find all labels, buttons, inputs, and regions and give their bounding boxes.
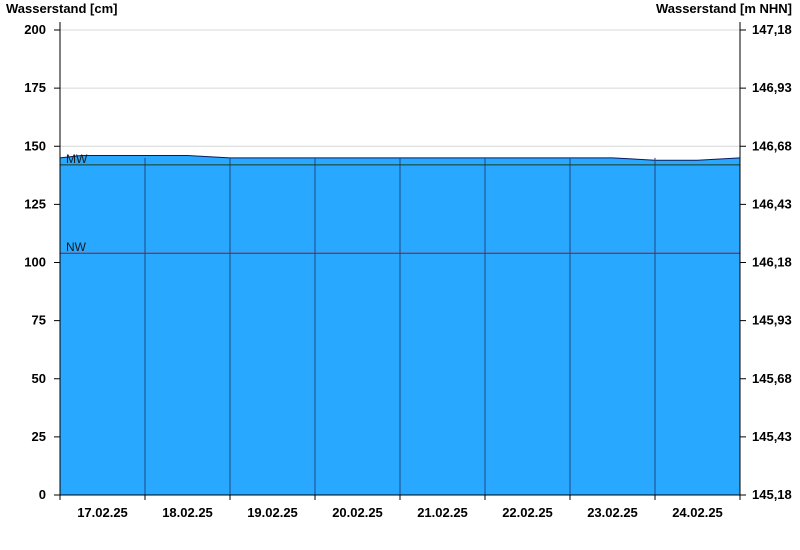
y-left-tick-label: 125 xyxy=(24,196,46,211)
y-left-tick-label: 200 xyxy=(24,22,46,37)
y-right-tick-label: 145,93 xyxy=(752,313,792,328)
x-tick-label: 21.02.25 xyxy=(417,505,468,520)
reference-label-nw: NW xyxy=(66,240,87,254)
y-right-tick-label: 145,68 xyxy=(752,371,792,386)
y-left-tick-label: 50 xyxy=(32,371,46,386)
reference-label-mw: MW xyxy=(66,152,88,166)
x-tick-label: 23.02.25 xyxy=(587,505,638,520)
x-tick-label: 24.02.25 xyxy=(672,505,723,520)
y-left-tick-label: 100 xyxy=(24,255,46,270)
y-right-tick-label: 146,18 xyxy=(752,255,792,270)
y-right-tick-label: 145,18 xyxy=(752,487,792,502)
x-tick-label: 20.02.25 xyxy=(332,505,383,520)
x-tick-label: 19.02.25 xyxy=(247,505,298,520)
y-left-tick-label: 75 xyxy=(32,313,46,328)
y-left-tick-label: 0 xyxy=(39,487,46,502)
y-right-tick-label: 146,93 xyxy=(752,80,792,95)
x-tick-label: 22.02.25 xyxy=(502,505,553,520)
y-right-tick-label: 146,43 xyxy=(752,196,792,211)
y-left-tick-label: 150 xyxy=(24,138,46,153)
y-left-tick-label: 25 xyxy=(32,429,46,444)
y-left-tick-label: 175 xyxy=(24,80,46,95)
x-tick-label: 18.02.25 xyxy=(162,505,213,520)
y-right-tick-label: 145,43 xyxy=(752,429,792,444)
y-right-tick-label: 147,18 xyxy=(752,22,792,37)
x-tick-label: 17.02.25 xyxy=(77,505,128,520)
water-level-chart: MW NW 0 25 50 75 100 125 150 175 200 145,18 145,43 14… xyxy=(24,22,792,520)
y-right-tick-label: 146,68 xyxy=(752,138,792,153)
